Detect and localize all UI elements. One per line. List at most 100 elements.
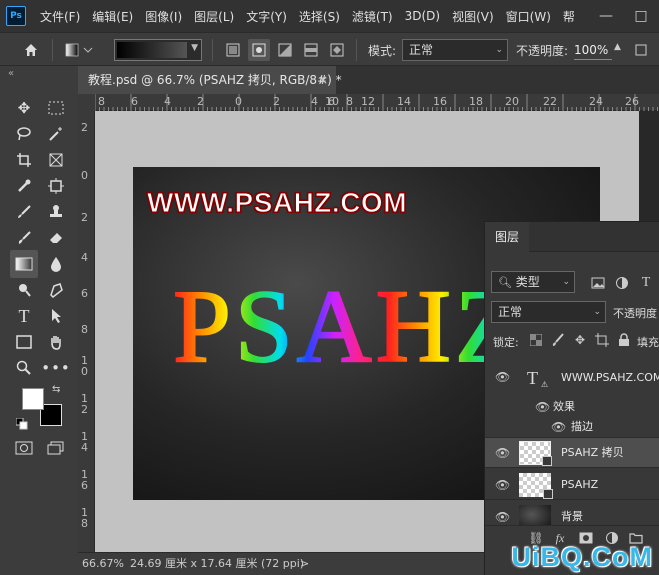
swap-colors-icon[interactable]: ⇆: [52, 384, 60, 395]
gradient-picker[interactable]: ▼: [114, 39, 202, 61]
ruler-label: 1 8: [81, 506, 88, 530]
eye-icon[interactable]: 👁︎: [535, 400, 550, 414]
opacity-slider-toggle[interactable]: ▲: [614, 42, 624, 58]
ruler-label: 2: [81, 211, 88, 224]
object-selection-tool-icon[interactable]: [44, 174, 68, 198]
layer-filter-dropdown[interactable]: 🔍︎ 类型 ⌄: [491, 271, 575, 293]
zoom-level[interactable]: 66.67%: [82, 553, 124, 575]
watermark-logo: UiBQ.CoM: [511, 542, 653, 572]
image-filter-icon[interactable]: [589, 274, 607, 292]
menu-type[interactable]: 文字(Y): [246, 8, 287, 25]
layer-row-psahz[interactable]: 👁︎ PSAHZ: [485, 470, 659, 500]
ruler-label: 26: [625, 95, 639, 108]
default-colors-icon[interactable]: [15, 417, 28, 430]
adjustment-filter-icon[interactable]: [613, 274, 631, 292]
reverse-icon[interactable]: [630, 39, 652, 61]
magic-wand-tool-icon[interactable]: [44, 122, 68, 146]
collapse-panel-icon[interactable]: «: [8, 68, 14, 79]
frame-tool-icon[interactable]: [44, 148, 68, 172]
horizontal-ruler: 8 6 4 2 0 2 4 6 8 10 12 14 16 18 20 22 2…: [95, 94, 659, 111]
eye-icon[interactable]: 👁︎: [495, 478, 510, 492]
stamp-tool-icon[interactable]: [44, 200, 68, 224]
path-selection-tool-icon[interactable]: [44, 304, 68, 328]
dodge-tool-icon[interactable]: [12, 278, 36, 302]
lock-transparency-icon[interactable]: [527, 331, 545, 349]
layer-row-psahz-copy[interactable]: 👁︎ PSAHZ 拷贝: [485, 438, 659, 468]
layer-row-url-text[interactable]: 👁︎ T ⚠ WWW.PSAHZ.COM: [485, 362, 659, 394]
blend-mode-dropdown[interactable]: 正常 ⌄: [491, 301, 606, 323]
diamond-gradient-button[interactable]: [326, 39, 348, 61]
crop-tool-icon[interactable]: [12, 148, 36, 172]
ruler-label: 1 6: [81, 468, 88, 492]
menu-view[interactable]: 视图(V): [452, 8, 494, 25]
ruler-label: 4: [311, 95, 318, 108]
tool-preset-picker[interactable]: [62, 39, 96, 61]
ruler-label: 6: [81, 287, 88, 300]
layer-effect-stroke-row[interactable]: 👁︎ 描边: [485, 416, 659, 438]
gradient-swatch: [117, 42, 187, 58]
reflected-gradient-button[interactable]: [300, 39, 322, 61]
chevron-down-icon: ▼: [191, 43, 198, 53]
menu-filter[interactable]: 滤镜(T): [352, 8, 393, 25]
menu-image[interactable]: 图像(I): [145, 8, 182, 25]
menu-select[interactable]: 选择(S): [299, 8, 340, 25]
angle-gradient-button[interactable]: [274, 39, 296, 61]
status-menu-arrow[interactable]: >: [300, 553, 309, 575]
document-tab-bar: 教程.psd @ 66.7% (PSAHZ 拷贝, RGB/8#) * ×: [78, 66, 659, 94]
ruler-label: 22: [543, 95, 557, 108]
lock-artboard-icon[interactable]: [593, 331, 611, 349]
menu-edit[interactable]: 编辑(E): [92, 8, 133, 25]
ruler-label: 20: [505, 95, 519, 108]
eye-icon[interactable]: 👁︎: [495, 446, 510, 460]
layer-name: WWW.PSAHZ.COM: [561, 371, 659, 384]
linear-gradient-button[interactable]: [222, 39, 244, 61]
minimize-button[interactable]: —: [588, 0, 624, 32]
mode-dropdown[interactable]: 正常 ⌄: [402, 39, 508, 61]
home-icon[interactable]: [20, 39, 42, 61]
foreground-color-swatch[interactable]: [22, 388, 44, 410]
radial-gradient-button[interactable]: [248, 39, 270, 61]
lock-pixels-icon[interactable]: [549, 331, 567, 349]
pen-tool-icon[interactable]: [44, 278, 68, 302]
quick-mask-icon[interactable]: [12, 436, 36, 460]
marquee-tool-icon[interactable]: [44, 96, 68, 120]
document-tab[interactable]: 教程.psd @ 66.7% (PSAHZ 拷贝, RGB/8#) * ×: [78, 66, 342, 94]
lock-position-icon[interactable]: ✥: [571, 331, 589, 349]
smart-object-badge-icon: [543, 489, 553, 499]
restore-button[interactable]: □: [623, 0, 659, 32]
ruler-label: 0: [235, 95, 242, 108]
history-brush-tool-icon[interactable]: [12, 226, 36, 250]
ruler-label: 10: [325, 95, 339, 108]
chevron-down-icon: ⌄: [562, 277, 570, 287]
menu-file[interactable]: 文件(F): [40, 8, 80, 25]
eye-icon[interactable]: 👁︎: [495, 370, 510, 384]
menu-layer[interactable]: 图层(L): [194, 8, 234, 25]
screen-mode-icon[interactable]: [44, 436, 68, 460]
effect-stroke-label: 描边: [571, 420, 593, 433]
lock-all-icon[interactable]: [615, 331, 633, 349]
ruler-label: 8: [98, 95, 105, 108]
layers-tab[interactable]: 图层: [485, 222, 529, 252]
gradient-tool-icon[interactable]: [10, 250, 38, 278]
menu-window[interactable]: 窗口(W): [506, 8, 551, 25]
eye-icon[interactable]: 👁︎: [551, 420, 566, 434]
menu-3d[interactable]: 3D(D): [405, 9, 440, 23]
type-tool-icon[interactable]: T: [12, 304, 36, 328]
type-filter-icon[interactable]: T: [637, 274, 655, 292]
eraser-tool-icon[interactable]: [44, 226, 68, 250]
brush-tool-icon[interactable]: [12, 200, 36, 224]
opacity-input[interactable]: 100%: [574, 40, 612, 60]
menu-help[interactable]: 帮: [563, 8, 575, 25]
close-tab-icon[interactable]: ×: [318, 66, 328, 94]
zoom-tool-icon[interactable]: [12, 356, 36, 380]
more-tools-icon[interactable]: •••: [41, 356, 70, 380]
lasso-tool-icon[interactable]: [12, 122, 36, 146]
move-tool-icon[interactable]: ✥: [12, 96, 36, 120]
eyedropper-tool-icon[interactable]: [12, 174, 36, 198]
hand-tool-icon[interactable]: [44, 330, 68, 354]
layer-effects-row[interactable]: 👁︎ 效果: [485, 396, 659, 418]
rectangle-tool-icon[interactable]: [12, 330, 36, 354]
canvas-main-text-stroke: PSAHZ: [172, 269, 523, 384]
eye-icon[interactable]: 👁︎: [495, 510, 510, 524]
blur-tool-icon[interactable]: [44, 252, 68, 276]
